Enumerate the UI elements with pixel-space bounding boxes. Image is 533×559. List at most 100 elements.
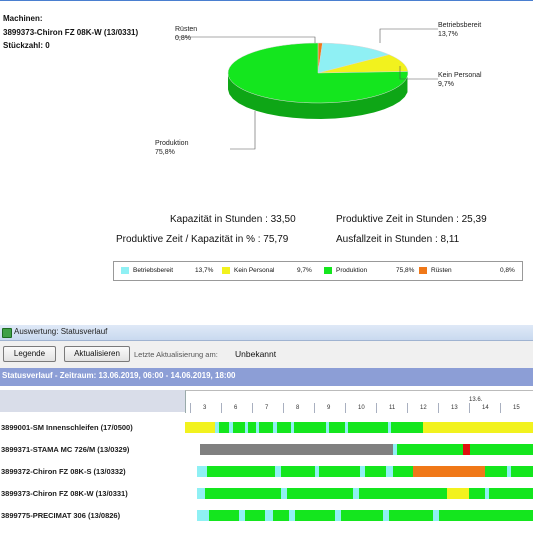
ruler-tick (438, 403, 439, 413)
kpi-downtime: Ausfallzeit in Stunden : 8,11 (336, 234, 460, 245)
machine-row-label[interactable]: 3899373-Chiron FZ 08K-W (13/0331) (1, 489, 128, 498)
day-label: 13.6. (469, 397, 483, 403)
status-segment[interactable] (248, 422, 256, 433)
status-segment[interactable] (259, 422, 273, 433)
status-segment[interactable] (391, 422, 423, 433)
machines-heading: Machinen: (3, 14, 43, 23)
chart-legend: Betriebsbereit 13,7% Kein Personal 9,7% … (113, 261, 523, 281)
pie-label-betriebsbereit: Betriebsbereit 13,7% (438, 22, 482, 38)
status-segment[interactable] (197, 488, 205, 499)
machine-name: 3899373-Chiron FZ 08K-W (13/0331) (3, 28, 139, 37)
status-segment[interactable] (205, 488, 281, 499)
status-segment[interactable] (397, 444, 463, 455)
status-segment[interactable] (485, 466, 507, 477)
status-segment[interactable] (273, 510, 289, 521)
status-history-window: Auswertung: Statusverlauf Legende Aktual… (0, 325, 533, 559)
window-titlebar[interactable]: Auswertung: Statusverlauf (0, 325, 533, 341)
status-segment[interactable] (359, 488, 447, 499)
window-title: Auswertung: Statusverlauf (14, 327, 108, 336)
status-segment[interactable] (287, 488, 353, 499)
hour-label: 14 (482, 405, 489, 411)
pie-label-ruesten: Rüsten 0,8% (175, 26, 198, 42)
row-header-spacer (0, 390, 185, 412)
status-segment[interactable] (463, 444, 470, 455)
status-segment[interactable] (219, 422, 229, 433)
status-segment[interactable] (439, 510, 533, 521)
status-segment[interactable] (197, 466, 207, 477)
hour-label: 11 (389, 405, 396, 411)
status-segment[interactable] (413, 466, 485, 477)
status-segment[interactable] (245, 510, 265, 521)
status-segment[interactable] (233, 422, 245, 433)
status-segment[interactable] (329, 422, 345, 433)
time-ruler: 13.6. 3 6 7 8 9 10 11 12 13 14 15 (185, 390, 533, 413)
status-segment[interactable] (277, 422, 291, 433)
hour-label: 15 (513, 405, 520, 411)
ruler-tick (407, 403, 408, 413)
status-segment[interactable] (447, 488, 469, 499)
status-segment[interactable] (265, 510, 273, 521)
last-update-label: Letzte Aktualisierung am: (134, 350, 218, 359)
last-update-value: Unbekannt (235, 349, 277, 359)
status-segment[interactable] (489, 488, 533, 499)
status-segment[interactable] (470, 444, 533, 455)
status-segment[interactable] (389, 510, 433, 521)
machine-row-label[interactable]: 3899001-SM Innenschleifen (17/0500) (1, 423, 133, 432)
hour-label: 12 (420, 405, 427, 411)
machine-row-label[interactable]: 3899775-PRECIMAT 306 (13/0826) (1, 511, 120, 520)
status-segment[interactable] (207, 466, 275, 477)
period-text: Statusverlauf - Zeitraum: 13.06.2019, 06… (2, 371, 236, 380)
legend-swatch (419, 267, 427, 274)
app-icon (2, 328, 12, 338)
status-segment[interactable] (281, 466, 315, 477)
ruler-tick (345, 403, 346, 413)
status-segment[interactable] (393, 466, 413, 477)
toolbar: Legende Aktualisieren Letzte Aktualisier… (0, 341, 533, 367)
refresh-button[interactable]: Aktualisieren (64, 346, 130, 362)
hour-label: 6 (234, 405, 238, 411)
kpi-capacity: Kapazität in Stunden : 33,50 (170, 214, 296, 225)
legend-value: 13,7% (195, 267, 214, 274)
status-segment[interactable] (197, 510, 209, 521)
status-segment[interactable] (209, 510, 239, 521)
hour-label: 13 (451, 405, 458, 411)
status-segment[interactable] (511, 466, 533, 477)
pie-label-produktion: Produktion 75,8% (155, 140, 189, 156)
ruler-tick (190, 403, 191, 413)
status-segment[interactable] (348, 422, 388, 433)
status-segment[interactable] (294, 422, 326, 433)
timeline-area: 13.6. 3 6 7 8 9 10 11 12 13 14 15 3899001-SM Innen… (0, 386, 533, 559)
status-segment[interactable] (185, 422, 215, 433)
ruler-tick (376, 403, 377, 413)
pie-leader-line (379, 28, 438, 43)
period-header: Statusverlauf - Zeitraum: 13.06.2019, 06… (0, 368, 533, 386)
status-segment[interactable] (319, 466, 360, 477)
pie-leader-line (230, 111, 256, 150)
status-segment[interactable] (295, 510, 335, 521)
ruler-tick (221, 403, 222, 413)
machine-row-label[interactable]: 3899372-Chiron FZ 08K-S (13/0332) (1, 467, 126, 476)
ruler-tick (500, 403, 501, 413)
status-segment[interactable] (469, 488, 485, 499)
legend-value: 9,7% (297, 267, 312, 274)
legend-swatch (222, 267, 230, 274)
pie-label-kein-personal: Kein Personal 9,7% (438, 72, 482, 88)
status-segment[interactable] (386, 466, 393, 477)
piece-count: Stückzahl: 0 (3, 41, 50, 50)
status-segment[interactable] (365, 466, 386, 477)
hour-label: 8 (296, 405, 300, 411)
legend-value: 0,8% (500, 267, 515, 274)
status-segment[interactable] (423, 422, 533, 433)
hour-label: 3 (203, 405, 207, 411)
legend-swatch (324, 267, 332, 274)
legend-button[interactable]: Legende (3, 346, 56, 362)
ruler-tick (283, 403, 284, 413)
hour-label: 10 (358, 405, 365, 411)
hour-label: 7 (265, 405, 269, 411)
status-segment[interactable] (200, 444, 393, 455)
hour-label: 9 (327, 405, 331, 411)
machine-row-label[interactable]: 3899371-STAMA MC 726/M (13/0329) (1, 445, 129, 454)
status-pie-chart (175, 28, 438, 150)
status-segment[interactable] (341, 510, 383, 521)
kpi-productive-ratio: Produktive Zeit / Kapazität in % : 75,79 (116, 234, 289, 245)
